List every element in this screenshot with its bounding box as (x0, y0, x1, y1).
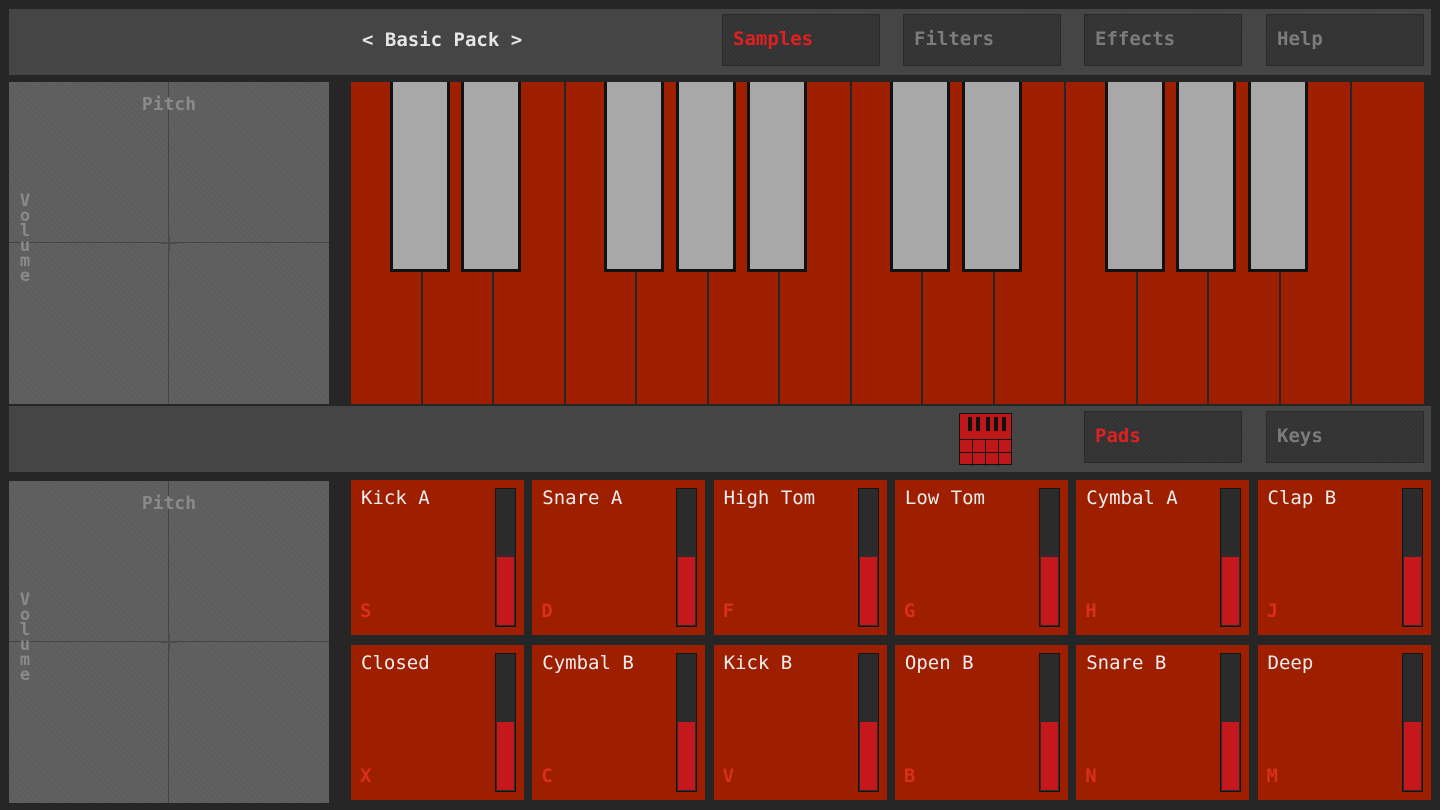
drum-pad[interactable]: Open B B (894, 645, 1068, 800)
black-key[interactable] (604, 82, 664, 272)
pad-volume-meter[interactable] (676, 653, 698, 792)
pad-label: Snare B (1086, 652, 1167, 674)
xy-pad-pitch-volume[interactable]: Pitch Volume (9, 82, 329, 404)
drum-pad[interactable]: Snare B N (1076, 645, 1250, 800)
xy-volume-label: Volume (19, 191, 31, 286)
xy-pitch-label: Pitch (141, 493, 197, 514)
drum-pad[interactable]: Closed X (351, 645, 524, 800)
pad-volume-meter[interactable] (495, 488, 516, 627)
pad-volume-fill (1222, 721, 1240, 790)
pad-volume-meter[interactable] (1038, 653, 1060, 792)
black-key[interactable] (1176, 82, 1236, 272)
tab-effects[interactable]: Effects (1084, 14, 1242, 66)
pad-volume-fill (1403, 556, 1421, 625)
pad-volume-fill (678, 721, 696, 790)
pad-shortcut-key: H (1085, 600, 1097, 622)
pad-shortcut-key: D (541, 600, 553, 622)
pad-volume-fill (497, 721, 514, 790)
pack-name: Basic Pack (384, 29, 500, 51)
xy-pad-pitch-volume-lower[interactable]: Pitch Volume (9, 481, 329, 803)
pad-shortcut-key: N (1085, 765, 1097, 787)
black-key[interactable] (1247, 82, 1308, 272)
pad-label: Snare A (542, 487, 623, 509)
pad-shortcut-key: F (722, 600, 735, 622)
black-key[interactable] (890, 82, 950, 272)
pad-shortcut-key: C (541, 765, 553, 787)
pad-label: Kick A (361, 487, 430, 509)
drum-pad[interactable]: Deep M (1257, 645, 1431, 800)
drum-pad[interactable]: Kick A S (351, 480, 524, 635)
crosshair-icon[interactable] (161, 235, 177, 251)
pad-shortcut-key: G (903, 600, 916, 622)
pad-volume-meter[interactable] (1401, 653, 1423, 792)
pack-prev-button[interactable]: < (362, 29, 373, 51)
tab-help[interactable]: Help (1266, 14, 1424, 66)
black-key[interactable] (389, 82, 450, 272)
pad-label: Clap B (1267, 487, 1337, 509)
black-key[interactable] (1104, 82, 1165, 272)
pad-volume-fill (1040, 556, 1058, 625)
pad-volume-fill (678, 556, 696, 625)
drum-pad[interactable]: Kick B V (713, 645, 887, 800)
sample-pack-selector: < Basic Pack > (362, 29, 522, 51)
black-key[interactable] (747, 82, 807, 272)
keys-view-button[interactable]: Keys (1266, 411, 1424, 463)
xy-pitch-label: Pitch (141, 94, 197, 115)
pad-label: Low Tom (904, 487, 985, 509)
pad-volume-meter[interactable] (1220, 653, 1242, 792)
pad-volume-meter[interactable] (857, 653, 879, 792)
pad-volume-fill (497, 556, 514, 625)
pad-volume-meter[interactable] (1038, 488, 1060, 627)
pad-volume-fill (859, 721, 877, 790)
pad-volume-meter[interactable] (857, 488, 879, 627)
pack-next-button[interactable]: > (511, 29, 522, 51)
white-key[interactable] (1352, 82, 1424, 404)
pad-label: Closed (361, 652, 430, 674)
drum-pad[interactable]: Snare A D (532, 480, 706, 635)
black-key[interactable] (961, 82, 1022, 272)
drum-pad[interactable]: Clap B J (1257, 480, 1431, 635)
pad-shortcut-key: M (1266, 765, 1278, 787)
drum-pad[interactable]: High Tom F (713, 480, 887, 635)
black-key[interactable] (461, 82, 521, 272)
pad-shortcut-key: S (360, 600, 372, 622)
pad-shortcut-key: V (722, 765, 735, 787)
drum-pad-grid: Kick A S Snare A D High Tom F Low Tom G Cymbal A… (351, 480, 1431, 802)
pad-shortcut-key: B (903, 765, 916, 787)
xy-volume-label: Volume (19, 590, 31, 685)
pad-volume-meter[interactable] (1220, 488, 1242, 627)
pad-shortcut-key: J (1266, 600, 1278, 622)
pad-volume-meter[interactable] (495, 653, 516, 792)
black-key[interactable] (675, 82, 736, 272)
pad-volume-fill (859, 556, 877, 625)
pad-label: Kick B (723, 652, 793, 674)
tab-filters[interactable]: Filters (903, 14, 1061, 66)
pad-volume-fill (1403, 721, 1421, 790)
pad-volume-meter[interactable] (1401, 488, 1423, 627)
pad-shortcut-key: X (360, 765, 372, 787)
drum-pad[interactable]: Cymbal A H (1076, 480, 1250, 635)
pad-volume-fill (1040, 721, 1058, 790)
drum-pad[interactable]: Low Tom G (894, 480, 1068, 635)
pad-label: Cymbal A (1086, 487, 1178, 509)
crosshair-icon[interactable] (161, 634, 177, 650)
tab-samples[interactable]: Samples (722, 14, 880, 66)
pad-volume-meter[interactable] (676, 488, 698, 627)
pad-label: High Tom (723, 487, 816, 509)
pad-volume-fill (1222, 556, 1240, 625)
pad-label: Cymbal B (542, 652, 634, 674)
pad-label: Open B (904, 652, 974, 674)
pad-label: Deep (1267, 652, 1314, 674)
pads-view-button[interactable]: Pads (1084, 411, 1242, 463)
pads-grid-icon[interactable] (959, 413, 1012, 466)
piano-keyboard (351, 82, 1424, 404)
drum-pad[interactable]: Cymbal B C (532, 645, 706, 800)
